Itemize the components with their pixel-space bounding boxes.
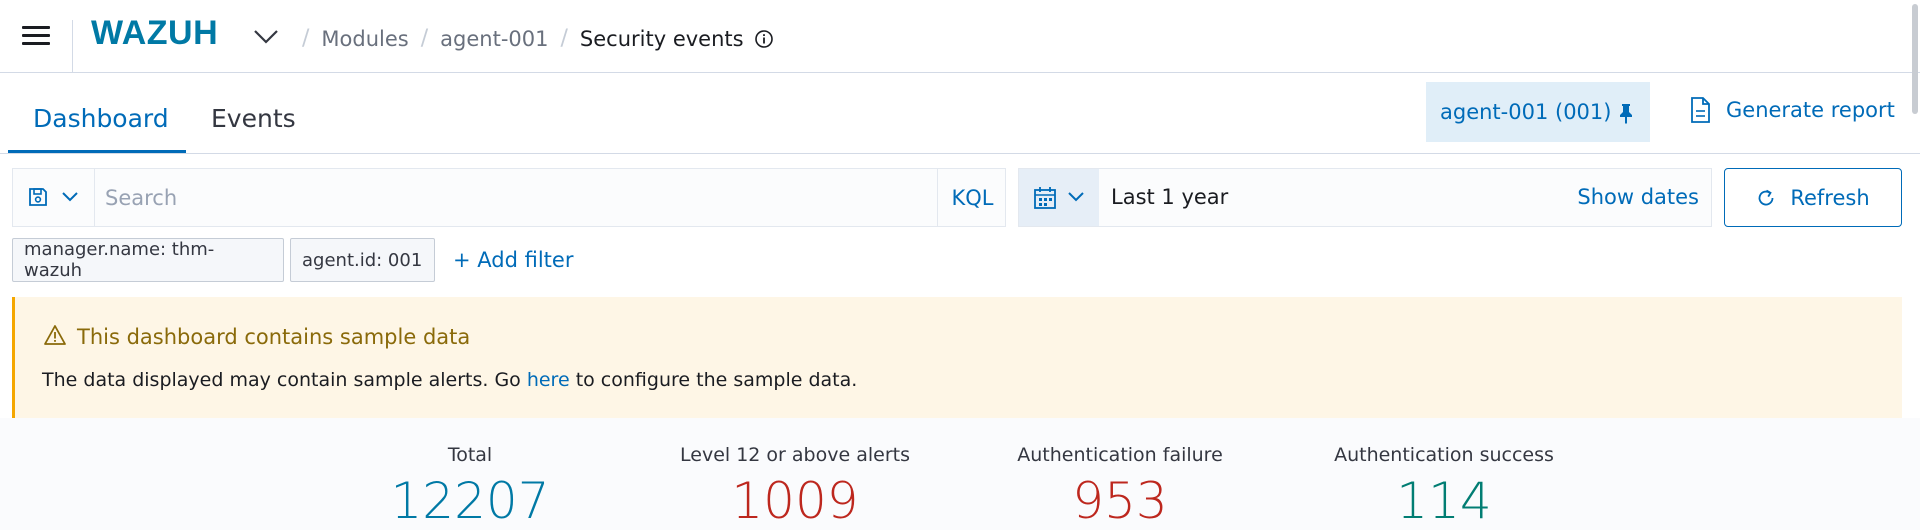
- stat-total: Total 12207: [330, 444, 610, 530]
- stat-label: Authentication success: [1334, 444, 1554, 466]
- agent-label: agent-001 (001): [1440, 100, 1612, 124]
- callout-title: This dashboard contains sample data: [77, 325, 471, 349]
- configure-sample-data-link[interactable]: here: [527, 369, 570, 391]
- query-bar: KQL: [12, 168, 1006, 227]
- info-icon[interactable]: [754, 29, 774, 49]
- saved-query-button[interactable]: [13, 169, 95, 226]
- stat-auth-success: Authentication success 114: [1304, 444, 1584, 530]
- document-icon: [1691, 97, 1710, 123]
- stats-row: Total 12207 Level 12 or above alerts 100…: [0, 418, 1920, 530]
- query-language-button[interactable]: KQL: [937, 169, 1007, 226]
- tab-dashboard[interactable]: Dashboard: [33, 104, 169, 133]
- stat-auth-failure: Authentication failure 953: [980, 444, 1260, 530]
- stat-label: Level 12 or above alerts: [680, 444, 910, 466]
- generate-report-label: Generate report: [1726, 98, 1895, 122]
- stat-value[interactable]: 114: [1304, 472, 1584, 530]
- search-input[interactable]: [105, 181, 935, 215]
- menu-icon[interactable]: [22, 26, 50, 48]
- tab-events[interactable]: Events: [211, 104, 296, 133]
- stat-label: Total: [447, 444, 493, 466]
- show-dates-link[interactable]: Show dates: [1577, 185, 1699, 209]
- stat-value[interactable]: 953: [980, 472, 1260, 530]
- filter-pill-agent[interactable]: agent.id: 001: [290, 238, 435, 282]
- stat-value[interactable]: 1009: [655, 472, 935, 530]
- pin-icon[interactable]: [1616, 102, 1636, 124]
- date-picker: Last 1 year Show dates: [1018, 168, 1712, 227]
- stat-value[interactable]: 12207: [330, 472, 610, 530]
- agent-selector[interactable]: agent-001 (001): [1426, 82, 1650, 142]
- app-logo[interactable]: WAZUH: [91, 14, 218, 53]
- refresh-label: Refresh: [1790, 185, 1870, 210]
- stat-level12: Level 12 or above alerts 1009: [655, 444, 935, 530]
- header-divider: [72, 20, 73, 72]
- breadcrumb-agent[interactable]: agent-001: [440, 27, 548, 51]
- date-range-label[interactable]: Last 1 year: [1111, 185, 1228, 209]
- quick-select-button[interactable]: [1019, 169, 1099, 226]
- calendar-icon: [1034, 187, 1056, 209]
- generate-report-button[interactable]: Generate report: [1688, 96, 1895, 124]
- add-filter-button[interactable]: + Add filter: [453, 248, 573, 272]
- chevron-down-icon[interactable]: [252, 26, 280, 46]
- top-header: WAZUH / Modules / agent-001 / Security e…: [0, 0, 1920, 114]
- warning-icon: [44, 325, 66, 345]
- breadcrumb: / Modules / agent-001 / Security events: [290, 26, 774, 51]
- save-icon: [29, 188, 47, 206]
- active-tab-indicator: [8, 150, 186, 153]
- sample-data-callout: This dashboard contains sample data The …: [12, 297, 1902, 418]
- refresh-button[interactable]: Refresh: [1724, 168, 1902, 227]
- refresh-icon: [1758, 189, 1774, 205]
- tabs-row: Dashboard Events agent-001 (001) Generat…: [0, 74, 1920, 154]
- breadcrumb-modules[interactable]: Modules: [321, 27, 408, 51]
- chevron-down-icon: [1068, 192, 1084, 202]
- filter-pill-manager[interactable]: manager.name: thm-wazuh: [12, 238, 284, 282]
- callout-body: The data displayed may contain sample al…: [42, 369, 858, 391]
- page-title: Security events: [579, 26, 744, 51]
- stat-label: Authentication failure: [1017, 444, 1223, 466]
- chevron-down-icon: [62, 192, 78, 202]
